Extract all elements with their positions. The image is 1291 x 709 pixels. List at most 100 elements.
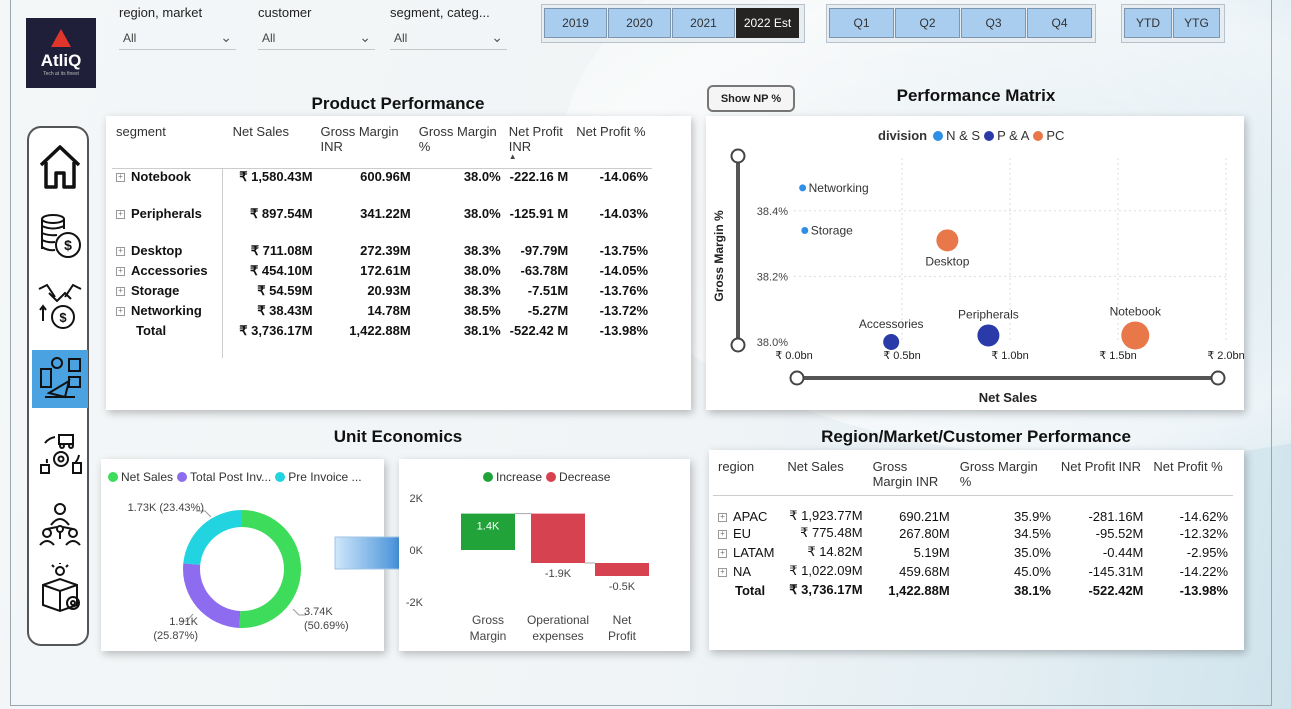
column-header[interactable]: region (713, 459, 782, 496)
quarter-button-q1[interactable]: Q1 (829, 8, 894, 38)
value-cell: 1,422.88M (888, 582, 950, 598)
column-header[interactable]: Net Profit % (1148, 459, 1233, 496)
matrix-point-storage[interactable] (801, 226, 809, 234)
segment-cell: + Desktop (112, 243, 229, 263)
chevron-down-icon: ⌄ (359, 29, 371, 45)
x-range-slider-handle[interactable] (789, 370, 805, 386)
column-header[interactable]: Gross Margin INR (868, 459, 955, 496)
nav-marketing[interactable] (32, 350, 88, 408)
region-label: LATAM (733, 544, 775, 560)
x-category-label: expenses (532, 629, 583, 643)
table-row[interactable]: + APAC ₹ 1,923.77M 690.21M 35.9% -281.16M -14.… (713, 496, 1233, 524)
region-market-dropdown[interactable]: All ⌄ (119, 26, 236, 50)
nav-executive[interactable] (32, 496, 88, 554)
value-cell: -281.16M (1088, 508, 1144, 524)
matrix-point-label: Accessories (859, 317, 924, 331)
quarter-button-q4[interactable]: Q4 (1027, 8, 1092, 38)
expand-icon[interactable]: + (116, 173, 125, 182)
table-row[interactable]: + Desktop ₹ 711.08M 272.39M 38.3% -97.79M -13.… (112, 243, 652, 263)
expand-icon[interactable]: + (116, 247, 125, 256)
matrix-point-desktop[interactable] (936, 229, 959, 252)
region-performance-table: region Net Sales Gross Margin INR Gross … (713, 459, 1233, 600)
year-button-2020[interactable]: 2020 (608, 8, 671, 38)
table-row[interactable]: + LATAM ₹ 14.82M 5.19M 35.0% -0.44M -2.95% (713, 543, 1233, 562)
table-row[interactable]: + Storage ₹ 54.59M 20.93M 38.3% -7.51M -13.76% (112, 283, 652, 303)
segment-label: Desktop (131, 243, 183, 258)
value-cell: -14.05% (599, 263, 648, 278)
y-range-slider-handle[interactable] (730, 148, 746, 164)
value-cell: 341.22M (360, 206, 411, 221)
slicer-label: region, market (119, 5, 203, 20)
segment-cell: + Accessories (112, 263, 229, 283)
segment-cell: Total (112, 323, 229, 343)
column-header[interactable]: Gross Margin % (955, 459, 1056, 496)
expand-icon[interactable]: + (718, 548, 727, 558)
matrix-point-accessories[interactable] (883, 334, 900, 350)
column-header[interactable]: Gross Margin % (415, 124, 505, 169)
region-market-slicer: region, market All ⌄ (119, 5, 236, 50)
expand-icon[interactable]: + (718, 512, 727, 522)
nav-home[interactable] (32, 138, 88, 196)
nav-supply-chain[interactable] (32, 426, 88, 484)
region-label: Total (735, 582, 766, 598)
quarter-button-q2[interactable]: Q2 (895, 8, 960, 38)
segment-category-dropdown[interactable]: All ⌄ (390, 26, 507, 50)
nav-sales[interactable]: $ (32, 278, 88, 336)
matrix-point-notebook[interactable] (1121, 321, 1150, 350)
home-icon (39, 145, 81, 189)
column-header[interactable]: Net Sales (229, 124, 317, 169)
table-row[interactable]: + EU ₹ 775.48M 267.80M 34.5% -95.52M -12.32% (713, 524, 1233, 543)
year-button-2019[interactable]: 2019 (544, 8, 607, 38)
value-cell: ₹ 54.59M (257, 283, 313, 298)
waterfall-chart-card: Increase Decrease 2K 0K -2K 1.4K Gross Margin… (399, 459, 690, 651)
nav-settings[interactable] (32, 560, 88, 618)
x-category-label: Gross (472, 613, 504, 627)
column-header[interactable]: segment (112, 124, 229, 169)
table-row[interactable]: + Notebook ₹ 1,580.43M 600.96M 38.0% -222.16 … (112, 169, 652, 207)
quarter-button-q3[interactable]: Q3 (961, 8, 1026, 38)
waterfall-bar[interactable] (595, 563, 649, 576)
waterfall-data-label: 1.4K (477, 521, 500, 533)
expand-icon[interactable]: + (116, 267, 125, 276)
segment-cell: + Storage (112, 283, 229, 303)
matrix-point-peripherals[interactable] (977, 324, 1000, 347)
nav-finance[interactable]: $ (32, 206, 88, 264)
ytg-button[interactable]: YTG (1173, 8, 1220, 38)
segment-cell: + Networking (112, 303, 229, 323)
year-button-2022-est[interactable]: 2022 Est (736, 8, 799, 38)
column-header-sorted[interactable]: Net Profit INR ▲ (505, 124, 573, 169)
show-np-percent-button[interactable]: Show NP % (707, 85, 795, 112)
expand-icon[interactable]: + (718, 567, 727, 577)
table-row[interactable]: + NA ₹ 1,022.09M 459.68M 45.0% -145.31M -14.22… (713, 562, 1233, 581)
sales-handshake-icon: $ (38, 283, 82, 329)
ytd-button[interactable]: YTD (1124, 8, 1172, 38)
table-row[interactable]: + Networking ₹ 38.43M 14.78M 38.5% -5.27M -13.… (112, 303, 652, 323)
waterfall-bar[interactable] (531, 513, 585, 563)
customer-dropdown[interactable]: All ⌄ (258, 26, 375, 50)
value-cell: -14.06% (599, 169, 648, 184)
column-header[interactable]: Gross Margin INR (317, 124, 415, 169)
product-performance-title: Product Performance (311, 94, 485, 113)
column-header[interactable]: Net Profit % (572, 124, 652, 169)
expand-icon[interactable]: + (718, 529, 727, 539)
table-row[interactable]: + Peripherals ₹ 897.54M 341.22M 38.0% -125.91… (112, 206, 652, 243)
value-cell: -14.22% (1179, 563, 1228, 579)
segment-cell: + Peripherals (112, 206, 229, 243)
expand-icon[interactable]: + (116, 307, 125, 316)
column-header[interactable]: Net Sales (782, 459, 867, 496)
matrix-point-networking[interactable] (799, 184, 807, 192)
expand-icon[interactable]: + (116, 210, 125, 219)
settings-box-icon (42, 563, 80, 613)
donut-slice[interactable] (239, 510, 302, 628)
column-header[interactable]: Net Profit INR (1056, 459, 1148, 496)
y-range-slider-handle[interactable] (730, 337, 746, 353)
matrix-point-label: Storage (811, 223, 853, 237)
donut-slice[interactable] (183, 510, 242, 565)
table-row[interactable]: + Accessories ₹ 454.10M 172.61M 38.0% -63.78M… (112, 263, 652, 283)
expand-icon[interactable]: + (116, 287, 125, 296)
year-button-2021[interactable]: 2021 (672, 8, 735, 38)
region-performance-card: region Net Sales Gross Margin INR Gross … (709, 450, 1244, 650)
region-cell: + NA (713, 562, 782, 581)
slicer-value: All (262, 30, 276, 45)
x-range-slider-handle[interactable] (1210, 370, 1226, 386)
